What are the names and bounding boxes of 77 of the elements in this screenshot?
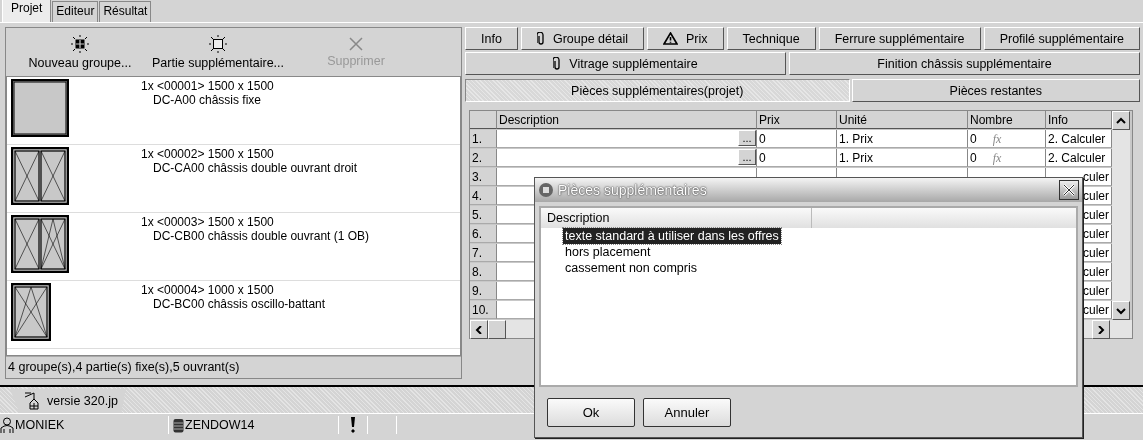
row-number: 3. xyxy=(470,168,497,186)
item-description: DC-CB00 châssis double ouvrant (1 OB) xyxy=(152,229,370,243)
dialog-button[interactable]: Annuler xyxy=(643,397,731,427)
list-item[interactable]: texte standard à utiliser dans les offres xyxy=(563,228,781,244)
formula-text: fx xyxy=(992,150,1002,166)
column-header[interactable]: Unité xyxy=(837,111,968,129)
scroll-thumb[interactable] xyxy=(488,320,506,339)
row-number: 10. xyxy=(470,301,497,319)
tab[interactable]: Pièces restantes xyxy=(851,79,1140,102)
toolbar-button[interactable]: Profilé supplémentaire xyxy=(983,27,1141,50)
item-description: DC-BC00 châssis oscillo-battant xyxy=(152,297,326,311)
item-title: 1x <00001> 1500 x 1500 xyxy=(141,79,274,93)
close-button[interactable] xyxy=(1059,180,1079,200)
browse-button[interactable]: ... xyxy=(738,130,756,146)
window-drawing xyxy=(11,283,51,341)
item-title: 1x <00004> 1000 x 1500 xyxy=(141,283,275,297)
window-drawing xyxy=(11,215,69,273)
toolbar-button[interactable]: Technique xyxy=(726,27,816,50)
table-cell-text: 0 xyxy=(970,131,977,147)
user-icon xyxy=(0,417,14,433)
row-number: 2. xyxy=(470,149,497,167)
column-header[interactable]: Nombre xyxy=(968,111,1046,129)
row-number: 6. xyxy=(470,225,497,243)
formula-text: fx xyxy=(992,131,1002,147)
dialog-title: Pièces supplémentaires xyxy=(558,182,708,198)
delete-icon xyxy=(349,36,363,51)
exclamation-icon xyxy=(350,417,356,433)
database-icon xyxy=(173,417,184,433)
tab[interactable]: Résultat xyxy=(99,1,152,22)
item-title: 1x <00003> 1500 x 1500 xyxy=(141,215,275,229)
toolbar-button[interactable]: Nouveau groupe... xyxy=(20,32,140,72)
list-item[interactable]: hors placement xyxy=(563,244,653,260)
row-number: 1. xyxy=(470,130,497,148)
toolbar-button[interactable]: Groupe détail xyxy=(520,27,644,50)
toolbar-button[interactable]: Partie supplémentaire... xyxy=(146,32,290,72)
document-tab[interactable]: versie 320.jp xyxy=(10,389,126,413)
new-part-icon xyxy=(209,34,227,53)
window-drawing xyxy=(11,79,69,137)
browse-button[interactable]: ... xyxy=(738,149,756,165)
paperclip-icon xyxy=(553,56,562,71)
row-number: 4. xyxy=(470,187,497,205)
table-cell: 2. Calculer xyxy=(1046,149,1112,167)
table-cell: 2. Calculer xyxy=(1046,130,1112,148)
toolbar-button[interactable]: Info xyxy=(465,27,518,50)
dialog-button[interactable]: Ok xyxy=(547,397,635,427)
tab[interactable]: Projet xyxy=(2,0,52,22)
summary-text: 4 groupe(s),4 partie(s) fixe(s),5 ouvrant(s) xyxy=(6,356,461,378)
toolbar-button[interactable]: Finition châssis supplémentaire xyxy=(788,52,1140,75)
item-title: 1x <00002> 1500 x 1500 xyxy=(141,147,275,161)
column-header[interactable]: Info xyxy=(1046,111,1112,129)
item-description: DC-A00 châssis fixe xyxy=(152,93,263,107)
toolbar-button[interactable]: Vitrage supplémentaire xyxy=(465,52,786,75)
row-number: 8. xyxy=(470,263,497,281)
list-item[interactable]: cassement non compris xyxy=(563,260,699,276)
toolbar-button[interactable]: Prix xyxy=(647,27,724,50)
table-cell: 0 xyxy=(757,149,837,167)
row-number: 7. xyxy=(470,244,497,262)
table-cell: 0 xyxy=(757,130,837,148)
column-header[interactable]: Prix xyxy=(757,111,837,129)
user-name: MONIEK xyxy=(15,418,65,432)
paperclip-icon xyxy=(536,31,545,46)
window-drawing xyxy=(11,147,69,205)
row-number: 5. xyxy=(470,206,497,224)
table-cell: 1. Prix xyxy=(837,149,968,167)
item-description: DC-CA00 châssis double ouvrant droit xyxy=(152,161,358,175)
app-icon xyxy=(538,182,554,198)
tab[interactable]: Editeur xyxy=(52,1,99,22)
table-cell: 1. Prix xyxy=(837,130,968,148)
row-number: 9. xyxy=(470,282,497,300)
toolbar-button[interactable]: Ferrure supplémentaire xyxy=(818,27,981,50)
table-cell-text: 0 xyxy=(970,150,977,166)
column-header[interactable]: Description xyxy=(497,111,757,129)
new-group-icon xyxy=(71,34,89,53)
vertical-scrollbar[interactable] xyxy=(1112,111,1130,320)
warning-icon xyxy=(663,32,679,45)
database-name: ZENDOW14 xyxy=(185,418,255,432)
tab[interactable]: Pièces supplémentaires(projet) xyxy=(465,79,850,102)
